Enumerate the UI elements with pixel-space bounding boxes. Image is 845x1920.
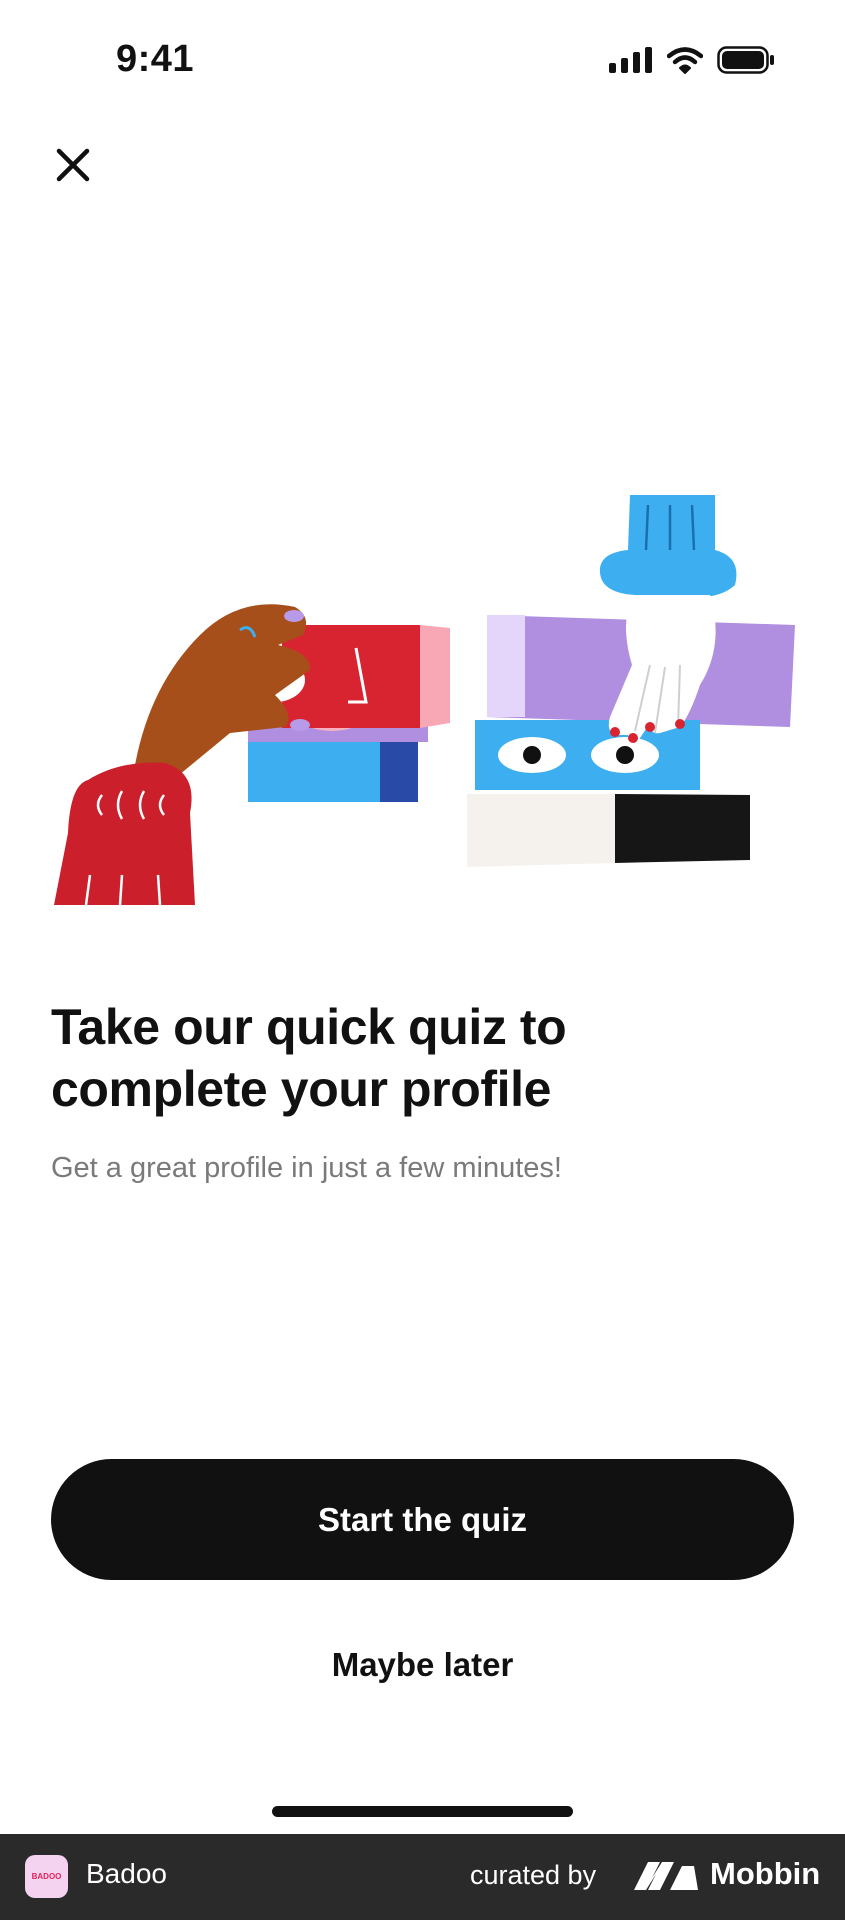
battery-icon — [717, 46, 774, 74]
signal-icon — [609, 47, 652, 73]
status-icons — [609, 46, 775, 74]
footer-app-name: Badoo — [86, 1858, 167, 1889]
mobbin-logo-icon — [634, 1862, 698, 1890]
status-bar: 9:41 — [0, 0, 845, 130]
close-button[interactable] — [50, 142, 96, 188]
app-icon-text: BADOO — [31, 1872, 62, 1881]
maybe-later-button[interactable]: Maybe later — [51, 1630, 794, 1700]
wifi-icon — [667, 46, 703, 74]
status-time: 9:41 — [116, 38, 195, 80]
footer-bar: BADOO Badoo curated by Mobbin — [0, 1834, 845, 1920]
page-title: Take our quick quiz to complete your pro… — [51, 999, 567, 1117]
page-subtitle: Get a great profile in just a few minute… — [51, 1152, 562, 1184]
app-icon: BADOO — [25, 1855, 68, 1898]
home-indicator — [272, 1806, 573, 1817]
close-icon — [56, 148, 90, 182]
footer-curated-by: curated by — [470, 1860, 597, 1890]
hero-illustration — [54, 495, 795, 905]
footer-brand: Mobbin — [710, 1856, 821, 1891]
start-quiz-button[interactable]: Start the quiz — [51, 1459, 794, 1580]
